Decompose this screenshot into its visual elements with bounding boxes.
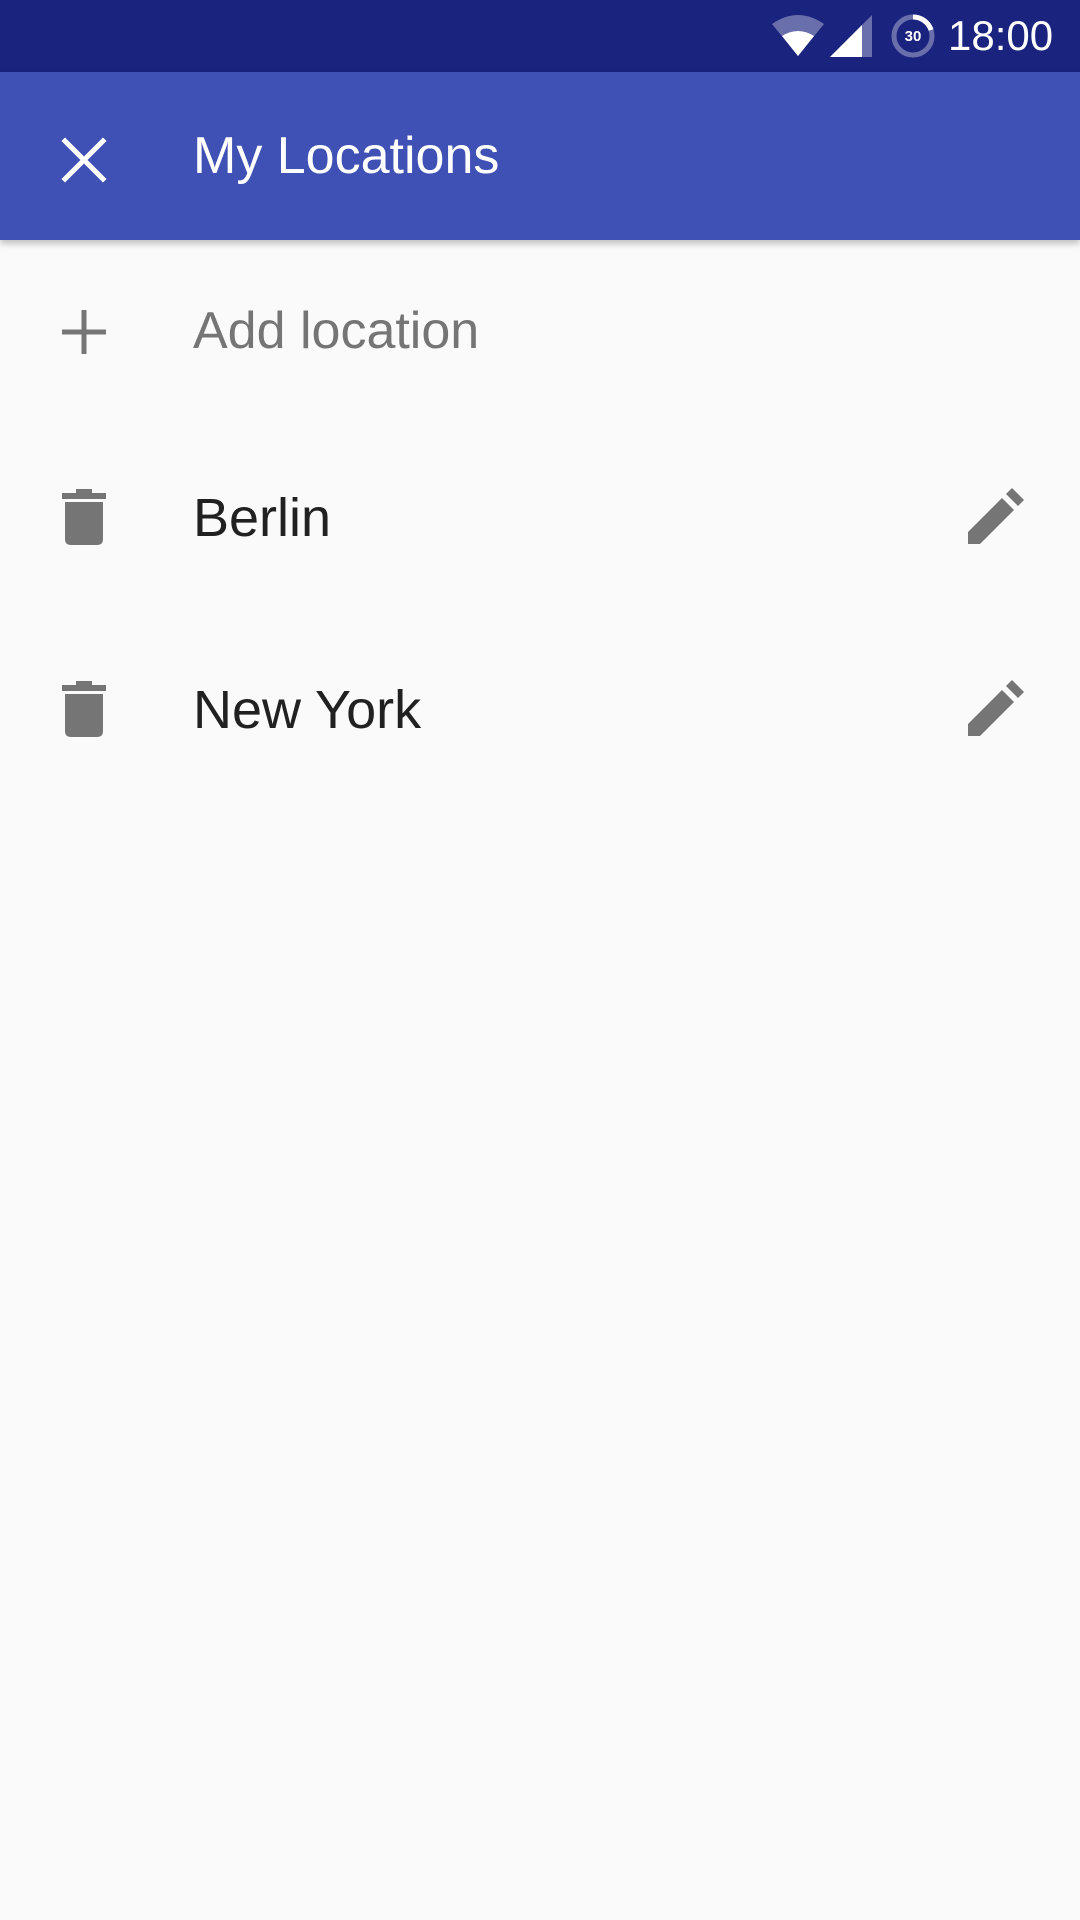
edit-location-button[interactable] (950, 664, 1040, 754)
delete-location-button[interactable] (44, 472, 124, 562)
location-name: Berlin (193, 488, 332, 548)
close-button[interactable] (40, 116, 128, 204)
pencil-icon (968, 680, 1024, 736)
edit-location-button[interactable] (950, 472, 1040, 562)
location-item[interactable]: Berlin (0, 442, 1080, 592)
add-location-row[interactable]: Add location (0, 262, 1080, 402)
app-bar: My Locations (0, 72, 1080, 240)
trash-icon (62, 489, 106, 545)
location-name: New York (193, 680, 422, 740)
add-location-label: Add location (193, 302, 480, 360)
pencil-icon (968, 488, 1024, 544)
status-bar: 30 18:00 (0, 0, 1080, 72)
location-item[interactable]: New York (0, 634, 1080, 784)
wifi-icon (772, 15, 824, 56)
plus-icon (62, 310, 106, 354)
trash-icon (62, 681, 106, 737)
battery-level-text: 30 (905, 28, 922, 45)
close-icon (61, 137, 107, 183)
delete-location-button[interactable] (44, 664, 124, 754)
page-title: My Locations (193, 127, 500, 185)
battery-saver-icon: 30 (891, 14, 935, 58)
cell-signal-icon (830, 15, 872, 57)
status-time: 18:00 (948, 12, 1054, 59)
